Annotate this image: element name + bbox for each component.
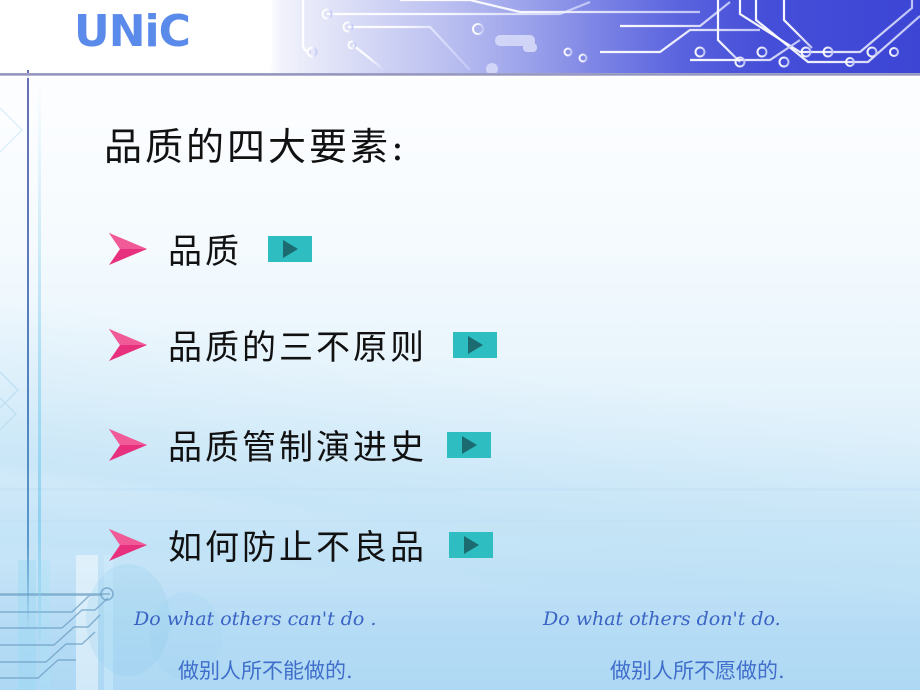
arrowhead-bullet-icon [109, 428, 147, 461]
play-button[interactable] [268, 235, 312, 262]
list-item-label: 如何防止不良品 [168, 528, 427, 568]
logo-text: UNiC [74, 6, 191, 57]
slide-header: UNiC [0, 0, 920, 73]
arrowhead-bullet-icon [109, 528, 147, 561]
play-button[interactable] [447, 431, 491, 458]
play-icon [461, 435, 477, 454]
arrowhead-bullet-icon [109, 328, 147, 361]
footer-tagline-right-en: Do what others don't do. [543, 608, 781, 630]
play-icon [282, 239, 298, 258]
left-vertical-accent [38, 80, 41, 640]
list-item-label: 品质管制演进史 [168, 428, 427, 468]
page-title: 品质的四大要素: [104, 125, 407, 169]
left-vertical-rule [27, 70, 29, 630]
list-item-label: 品质的三不原则 [168, 328, 427, 368]
presentation-slide: UNiC 品质的四大要素: 品质 品质的三不原则 品质管制演进史 如何防止不良品… [0, 0, 920, 690]
list-item-label: 品质 [168, 232, 242, 272]
play-icon [463, 535, 479, 554]
list-item[interactable]: 品质 [106, 224, 312, 273]
footer-tagline-right-cn: 做别人所不愿做的. [610, 659, 785, 683]
footer-tagline-left-cn: 做别人所不能做的. [178, 659, 353, 683]
header-divider-highlight [0, 76, 920, 78]
arrowhead-bullet-icon [109, 232, 147, 265]
list-item[interactable]: 品质的三不原则 [106, 320, 497, 369]
play-button[interactable] [449, 531, 493, 558]
list-item[interactable]: 品质管制演进史 [106, 420, 491, 469]
play-icon [467, 335, 483, 354]
unic-logo: UNiC [74, 6, 191, 57]
play-button[interactable] [453, 331, 497, 358]
list-item[interactable]: 如何防止不良品 [106, 520, 493, 569]
footer-tagline-left-en: Do what others can't do . [134, 608, 377, 630]
